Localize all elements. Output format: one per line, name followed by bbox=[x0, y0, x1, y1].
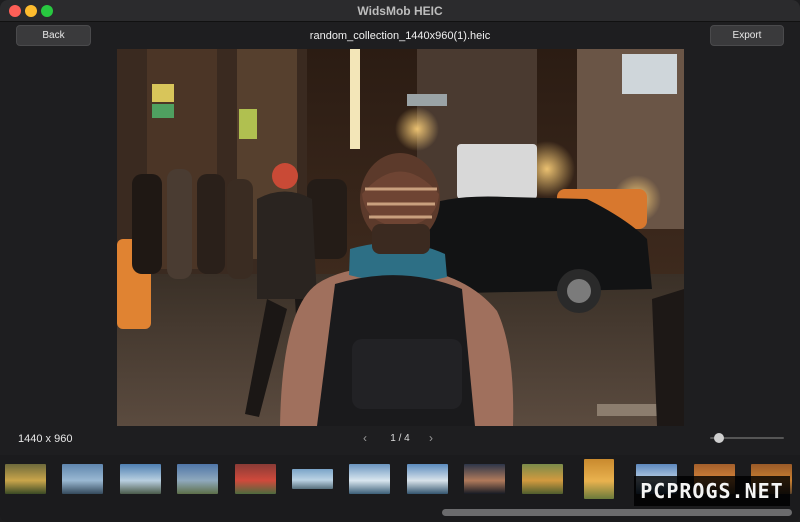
filmstrip-scrollbar[interactable] bbox=[442, 509, 792, 516]
window-title: WidsMob HEIC bbox=[357, 4, 443, 18]
thumb-sea[interactable] bbox=[349, 464, 391, 494]
app-window: WidsMob HEIC Back random_collection_1440… bbox=[0, 0, 800, 522]
photo-preview bbox=[117, 49, 684, 426]
page-navigator: ‹ 1 / 4 › bbox=[350, 430, 450, 446]
thumb-red-flowers[interactable] bbox=[234, 464, 276, 494]
thumb-flowers[interactable] bbox=[5, 464, 46, 494]
chevron-left-icon: ‹ bbox=[363, 431, 367, 445]
zoom-slider-thumb[interactable] bbox=[714, 433, 724, 443]
back-button[interactable]: Back bbox=[16, 25, 91, 46]
previous-image-button[interactable]: ‹ bbox=[358, 430, 372, 446]
title-bar: WidsMob HEIC bbox=[0, 0, 800, 22]
file-name: random_collection_1440x960(1).heic bbox=[309, 30, 491, 42]
thumb-beach[interactable] bbox=[62, 464, 104, 494]
thumb-tree[interactable] bbox=[584, 459, 614, 499]
thumb-sunset[interactable] bbox=[464, 464, 506, 494]
page-indicator: 1 / 4 bbox=[390, 433, 410, 444]
street-photo-image bbox=[117, 49, 684, 426]
thumb-cliff[interactable] bbox=[177, 464, 219, 494]
next-image-button[interactable]: › bbox=[424, 430, 438, 446]
thumb-harbor[interactable] bbox=[406, 464, 448, 494]
chevron-right-icon: › bbox=[429, 431, 433, 445]
thumb-bay[interactable] bbox=[292, 469, 333, 489]
thumb-coast[interactable] bbox=[119, 464, 161, 494]
toolbar: Back random_collection_1440x960(1).heic … bbox=[0, 22, 800, 50]
image-dimensions: 1440 x 960 bbox=[18, 433, 73, 445]
zoom-slider[interactable] bbox=[710, 432, 784, 444]
export-button[interactable]: Export bbox=[710, 25, 784, 46]
watermark: PCPROGS.NET bbox=[634, 476, 790, 506]
thumb-autumn[interactable] bbox=[521, 464, 563, 494]
